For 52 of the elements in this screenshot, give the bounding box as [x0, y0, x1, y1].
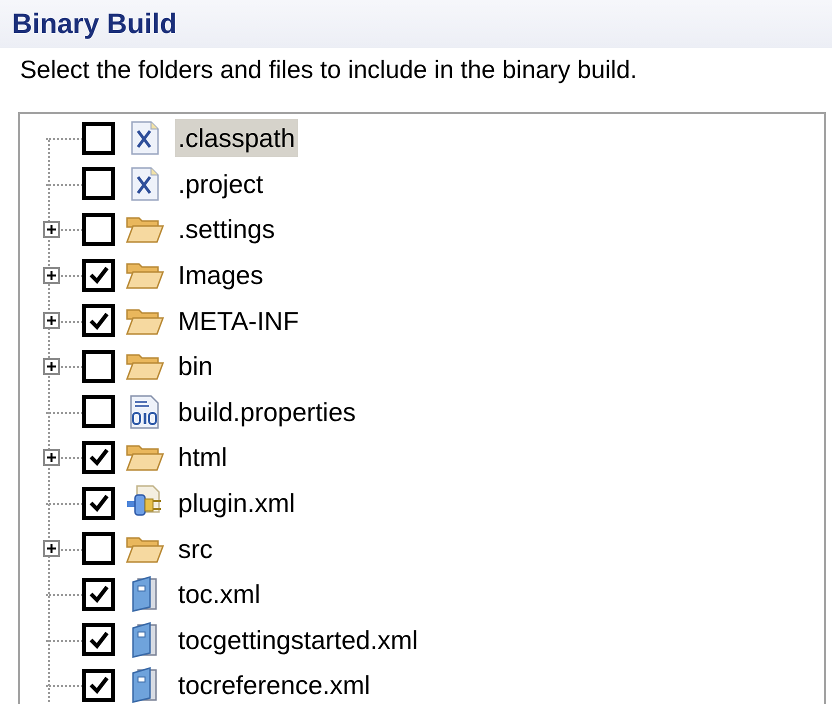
tree-item[interactable]: .settings — [175, 210, 278, 248]
tree-item[interactable]: Images — [175, 256, 266, 294]
checkmark-icon — [88, 310, 110, 331]
checkmark-icon — [88, 584, 110, 604]
checkbox[interactable] — [82, 350, 115, 383]
section-title: Binary Build — [12, 7, 177, 41]
plus-icon — [46, 452, 56, 463]
checkbox[interactable] — [82, 532, 115, 566]
tree-item[interactable]: plugin.xml — [175, 484, 298, 522]
tree-item[interactable]: .project — [175, 164, 266, 203]
tree-item[interactable]: toc.xml — [175, 575, 264, 614]
tree-item[interactable]: src — [175, 530, 216, 568]
tree-item[interactable]: tocreference.xml — [175, 666, 374, 704]
checkbox[interactable] — [82, 258, 115, 292]
checkbox[interactable] — [82, 486, 115, 520]
tree-item[interactable]: html — [175, 438, 230, 476]
plus-icon — [46, 360, 56, 372]
expand-toggle[interactable] — [42, 448, 60, 466]
tree-item[interactable]: .classpath — [175, 119, 298, 158]
binary-document-icon — [128, 394, 162, 429]
book-icon — [130, 576, 160, 612]
section-description: Select the folders and files to include in the binary build. — [19, 55, 638, 86]
plus-icon — [46, 270, 56, 281]
expand-toggle[interactable] — [42, 266, 60, 284]
plus-icon — [46, 315, 56, 326]
checkbox[interactable] — [82, 167, 115, 200]
checkbox[interactable] — [82, 395, 115, 428]
checkmark-icon — [88, 265, 110, 286]
expand-toggle[interactable] — [42, 540, 60, 558]
tree-item[interactable]: tocgettingstarted.xml — [175, 620, 421, 659]
checkbox[interactable] — [82, 578, 115, 611]
tree-item[interactable]: build.properties — [175, 392, 359, 431]
expand-toggle[interactable] — [42, 312, 60, 330]
checkmark-icon — [88, 447, 110, 468]
plus-icon — [46, 543, 56, 554]
x-document-icon — [130, 166, 160, 201]
checkbox[interactable] — [82, 212, 115, 246]
tree-item[interactable]: META-INF — [175, 302, 302, 340]
plus-icon — [46, 224, 56, 235]
checkmark-icon — [88, 675, 110, 696]
expand-toggle[interactable] — [42, 358, 60, 375]
checkmark-icon — [88, 493, 110, 514]
checkbox[interactable] — [82, 122, 115, 155]
checkbox[interactable] — [82, 623, 115, 656]
checkmark-icon — [88, 630, 110, 650]
expand-toggle[interactable] — [42, 220, 60, 238]
checkbox[interactable] — [82, 304, 115, 338]
checkbox[interactable] — [82, 668, 115, 702]
book-icon — [130, 622, 160, 658]
tree-item[interactable]: bin — [175, 347, 216, 386]
x-document-icon — [130, 121, 160, 156]
checkbox[interactable] — [82, 440, 115, 474]
